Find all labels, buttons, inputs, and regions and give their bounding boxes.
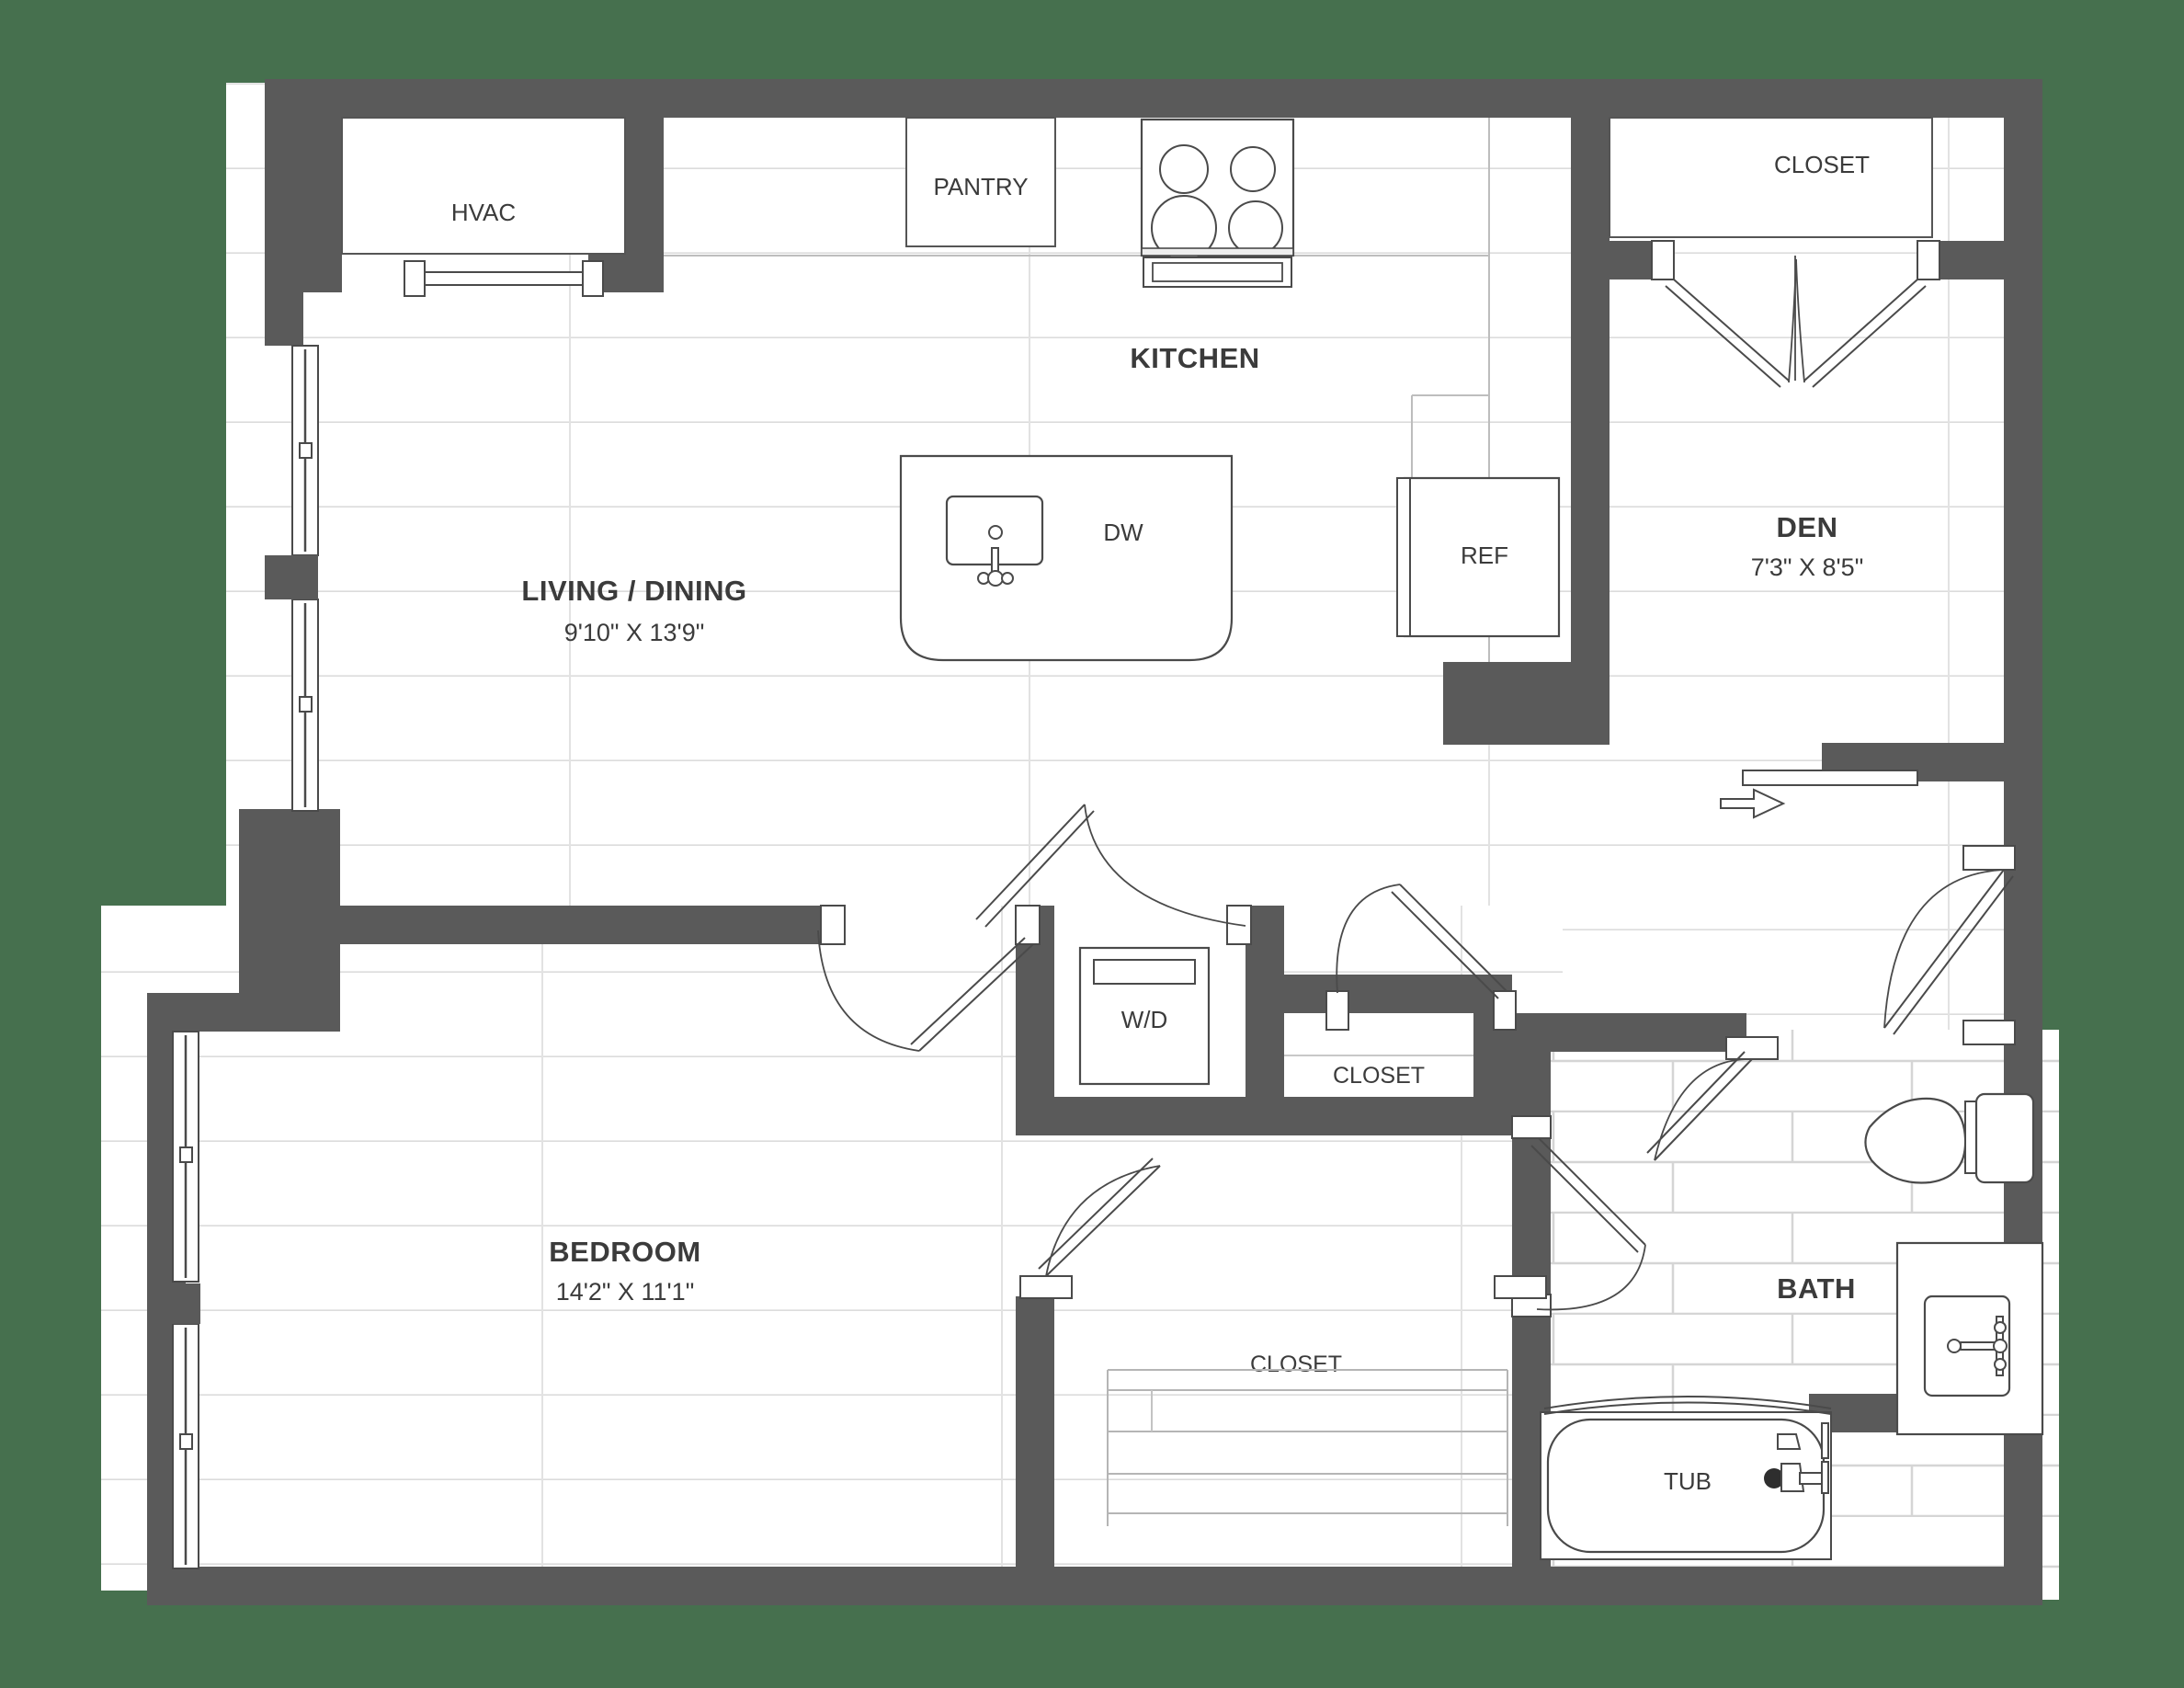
- washer-dryer-label: W/D: [1121, 1006, 1168, 1033]
- living-dining-label: LIVING / DINING: [521, 575, 746, 607]
- dishwasher-label: DW: [1103, 519, 1143, 546]
- den-dimensions: 7'3" X 8'5": [1751, 553, 1864, 581]
- den-closet-shelf: [1609, 117, 1933, 238]
- floor-plan-canvas: HVAC PANTRY KITCHEN DW REF LIVING / DINI…: [0, 0, 2184, 1688]
- living-window-lower: [291, 599, 319, 812]
- washer-dryer: W/D: [1078, 946, 1211, 1086]
- bedroom-label: BEDROOM: [549, 1236, 700, 1268]
- wall-left-upper: [265, 79, 303, 346]
- bedroom-dimensions: 14'2" X 11'1": [556, 1278, 695, 1306]
- den-closet-label: CLOSET: [1774, 151, 1870, 178]
- hvac-interior: [341, 117, 626, 255]
- wall-den-closet-bottom-r: [1932, 241, 2042, 279]
- tub-label: TUB: [1664, 1467, 1712, 1495]
- vanity: [1895, 1241, 2044, 1436]
- wall-left-jog: [239, 809, 340, 883]
- wall-left-step: [147, 993, 340, 1032]
- floor-surfaces: [101, 83, 2059, 1600]
- refrigerator-label: REF: [1461, 542, 1508, 569]
- bathtub: TUB: [1540, 1396, 1832, 1560]
- hall-closet-label: CLOSET: [1333, 1063, 1425, 1089]
- range: [1140, 118, 1295, 288]
- window-mullion-block-living: [265, 555, 318, 599]
- wall-living-bedroom: [303, 906, 832, 944]
- window-mullion-block-bedroom: [147, 1283, 200, 1324]
- floor-plan-svg: HVAC PANTRY KITCHEN DW REF LIVING / DINI…: [101, 79, 2059, 1605]
- living-dining-dimensions: 9'10" X 13'9": [564, 619, 705, 646]
- pantry: PANTRY: [905, 117, 1056, 247]
- bedroom-window-upper: [172, 1031, 199, 1283]
- pantry-label: PANTRY: [933, 173, 1028, 200]
- wall-den-left: [1571, 118, 1610, 743]
- bath-label: BATH: [1777, 1272, 1856, 1305]
- living-window-upper: [291, 345, 319, 556]
- wall-den-closet-bottom-l: [1571, 241, 1661, 279]
- wall-bottom-exterior: [147, 1567, 2042, 1605]
- wall-hall-closet-top: [1246, 975, 1512, 1013]
- wall-laundry-bottom: [1016, 1097, 1512, 1135]
- hvac-label: HVAC: [451, 199, 516, 226]
- wall-hvac-bottom-l: [303, 254, 342, 292]
- den-label: DEN: [1777, 511, 1838, 543]
- wall-bedroom-closet-left: [1016, 1296, 1054, 1568]
- kitchen-label: KITCHEN: [1130, 342, 1259, 374]
- wall-ref-nib: [1443, 662, 1610, 745]
- bedroom-window-lower: [172, 1323, 199, 1569]
- bedroom-closet-label: CLOSET: [1250, 1352, 1342, 1377]
- wall-top-exterior: [265, 79, 2042, 118]
- refrigerator: REF: [1396, 476, 1561, 638]
- kitchen-island: DW: [899, 454, 1234, 662]
- wall-bath-top: [1512, 1013, 1746, 1052]
